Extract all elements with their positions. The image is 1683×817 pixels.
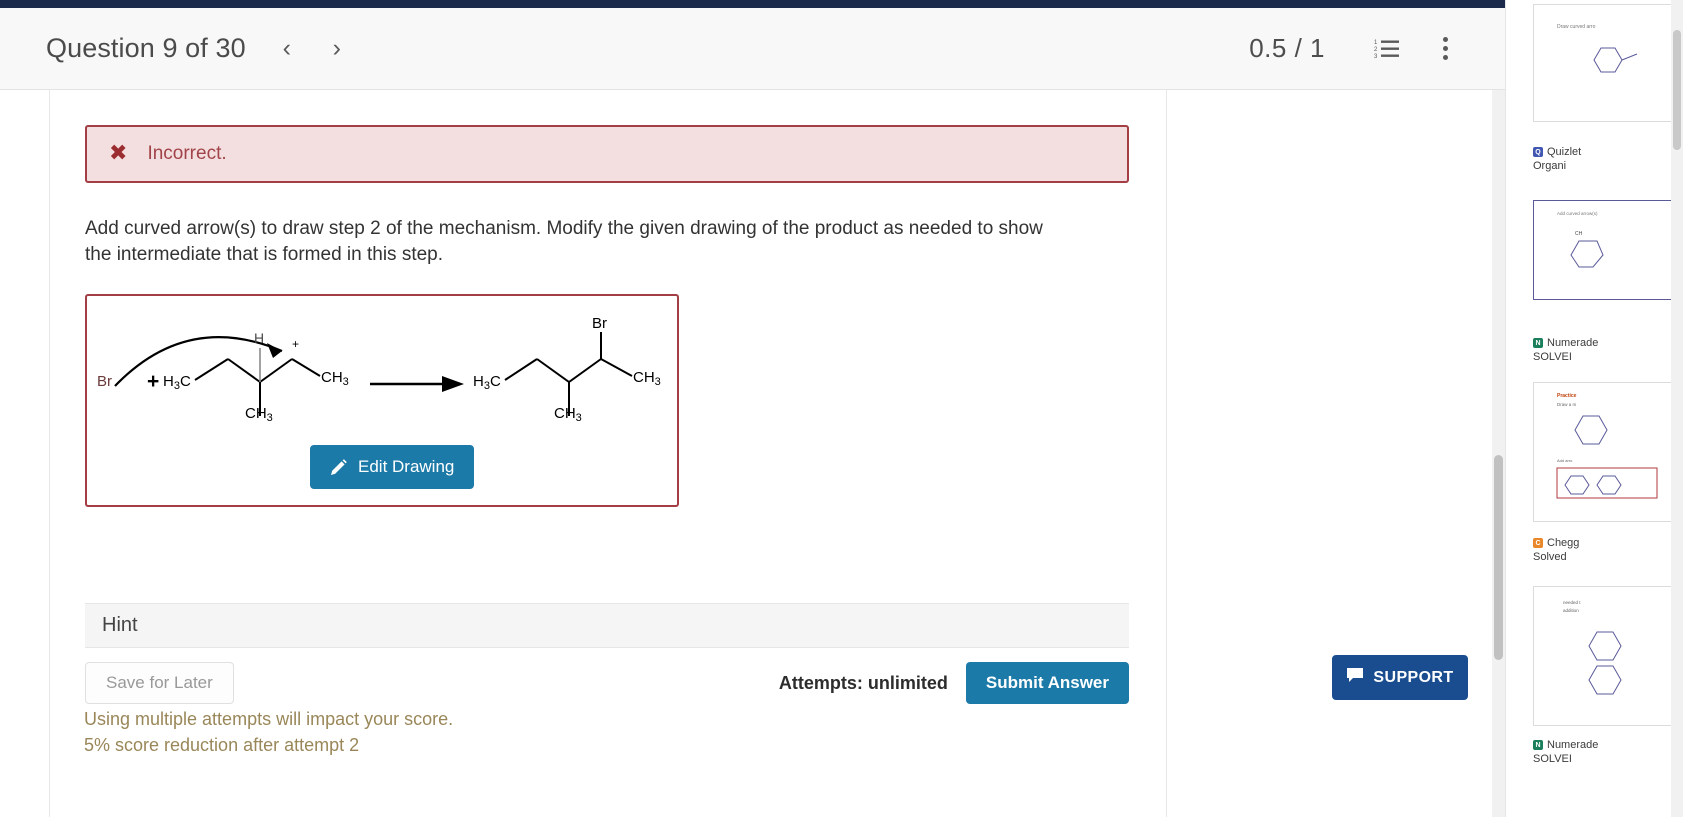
previous-question-button[interactable]: ‹ bbox=[274, 34, 300, 64]
curved-arrow-head bbox=[267, 343, 282, 358]
svg-text:1: 1 bbox=[1374, 40, 1378, 46]
search-results-panel: Draw curved arro Q Quizlet Organi Add cu… bbox=[1505, 0, 1683, 817]
pencil-icon bbox=[330, 458, 347, 476]
result-title-2: Solved bbox=[1533, 551, 1567, 563]
structure-preview-icon-2: Add curved arrow(s) CH bbox=[1557, 211, 1604, 268]
edit-drawing-button[interactable]: Edit Drawing bbox=[310, 445, 475, 489]
close-x-icon: ✖ bbox=[109, 141, 128, 166]
hint-accordion[interactable]: Hint bbox=[85, 603, 1129, 648]
result-thumbnail-1[interactable]: Add curved arrow(s) CH bbox=[1533, 200, 1683, 300]
thumb-caption-5: needed t bbox=[1563, 600, 1581, 605]
score-warnings: Using multiple attempts will impact your… bbox=[84, 706, 784, 758]
chegg-favicon: C bbox=[1533, 538, 1543, 548]
thumb-caption-4: Add arro bbox=[1557, 458, 1573, 463]
reactant-bromide-label: Br bbox=[97, 373, 112, 390]
main-scrollbar-thumb[interactable] bbox=[1494, 455, 1503, 660]
structure-preview-icon: Draw curved arro bbox=[1557, 24, 1638, 73]
product-methyl-bottom-label: CH3 bbox=[554, 405, 582, 424]
reactant-plus-sign: + bbox=[147, 370, 159, 393]
result-item-1[interactable]: N Numerade SOLVEI bbox=[1533, 336, 1683, 378]
structure-preview-icon-4: needed t addition bbox=[1563, 600, 1622, 695]
main-scrollbar-track[interactable] bbox=[1492, 90, 1505, 817]
question-prompt: Add curved arrow(s) to draw step 2 of th… bbox=[85, 218, 1043, 265]
page-title: Question 9 of 30 bbox=[46, 33, 246, 63]
thumb-caption-3: Draw a m bbox=[1557, 402, 1577, 407]
action-row: Save for Later Attempts: unlimited Submi… bbox=[85, 662, 1129, 704]
product-methyl-left-label: H3C bbox=[473, 373, 501, 392]
numerade-favicon-2: N bbox=[1533, 740, 1543, 750]
product-methyl-right-label: CH3 bbox=[633, 369, 661, 388]
result-item-3[interactable]: N Numerade SOLVEI bbox=[1533, 738, 1683, 780]
save-for-later-button[interactable]: Save for Later bbox=[85, 662, 234, 704]
numbered-list-glyph: 1 2 3 bbox=[1374, 40, 1399, 60]
more-options-icon[interactable] bbox=[1421, 25, 1469, 73]
hint-label: Hint bbox=[102, 614, 138, 636]
next-question-button[interactable]: › bbox=[324, 34, 350, 64]
svg-text:3: 3 bbox=[1374, 54, 1378, 60]
submit-answer-button[interactable]: Submit Answer bbox=[965, 662, 1129, 704]
submit-group: Attempts: unlimited Submit Answer bbox=[779, 662, 1129, 704]
numerade-favicon: N bbox=[1533, 338, 1543, 348]
result-source-label-1: Numerade bbox=[1547, 337, 1599, 349]
edit-drawing-label: Edit Drawing bbox=[358, 457, 455, 476]
result-thumbnail-3[interactable]: needed t addition bbox=[1533, 586, 1683, 726]
result-source-0: Q Quizlet bbox=[1533, 145, 1683, 159]
thumb-caption-6: addition bbox=[1563, 608, 1579, 613]
reaction-arrow-head bbox=[442, 376, 464, 392]
score-display: 0.5 / 1 bbox=[1249, 33, 1325, 63]
product-bromine-label: Br bbox=[592, 315, 607, 332]
svg-text:2: 2 bbox=[1374, 47, 1378, 53]
result-source-3: N Numerade bbox=[1533, 738, 1683, 752]
result-title-3: SOLVEI bbox=[1533, 753, 1572, 765]
question-navigation: ‹ › bbox=[274, 34, 350, 64]
reactant-methyl-bottom-label: CH3 bbox=[245, 405, 273, 424]
result-source-label-0: Quizlet bbox=[1547, 146, 1582, 158]
thumb-caption-0: Draw curved arro bbox=[1557, 24, 1596, 30]
kebab-dots bbox=[1442, 35, 1448, 62]
chat-bubble-icon bbox=[1346, 667, 1364, 688]
result-thumbnail-2[interactable]: Practice Draw a m Add arro bbox=[1533, 382, 1683, 522]
support-label: SUPPORT bbox=[1373, 668, 1454, 686]
thumb-caption-1: Add curved arrow(s) bbox=[1557, 211, 1598, 216]
result-item-2[interactable]: C Chegg Solved bbox=[1533, 536, 1683, 578]
reactant-positive-charge: + bbox=[292, 337, 299, 351]
result-source-label-3: Numerade bbox=[1547, 739, 1599, 751]
support-button[interactable]: SUPPORT bbox=[1332, 655, 1468, 700]
result-source-2: C Chegg bbox=[1533, 536, 1683, 550]
svg-text:CH: CH bbox=[1575, 231, 1583, 237]
warning-multiple-attempts: Using multiple attempts will impact your… bbox=[84, 709, 454, 729]
molecule-drawing-canvas[interactable]: Br + H3C H + CH3 CH3 H3C Br CH3 CH3 Edit… bbox=[85, 294, 679, 507]
result-source-1: N Numerade bbox=[1533, 336, 1683, 350]
app-header: Question 9 of 30 ‹ › 0.5 / 1 1 2 3 bbox=[0, 8, 1505, 90]
thumb-caption-2: Practice bbox=[1557, 393, 1577, 399]
structure-preview-icon-3: Practice Draw a m Add arro bbox=[1556, 393, 1658, 499]
result-title-0: Organi bbox=[1533, 160, 1567, 172]
status-banner-incorrect: ✖ Incorrect. bbox=[85, 125, 1129, 183]
top-brand-bar bbox=[0, 0, 1505, 8]
header-right-group: 0.5 / 1 1 2 3 bbox=[1249, 25, 1469, 73]
result-thumbnail-0[interactable]: Draw curved arro bbox=[1533, 4, 1683, 122]
result-title-1: SOLVEI bbox=[1533, 351, 1572, 363]
reactant-methyl-left-label: H3C bbox=[163, 373, 191, 392]
reactant-hydrogen-label: H bbox=[254, 330, 264, 346]
quizlet-favicon: Q bbox=[1533, 147, 1543, 157]
panel-scrollbar-thumb[interactable] bbox=[1673, 30, 1681, 150]
result-item-0[interactable]: Q Quizlet Organi bbox=[1533, 145, 1683, 187]
status-badge: Incorrect. bbox=[147, 143, 227, 164]
reactant-methyl-right-label: CH3 bbox=[321, 369, 349, 388]
attempts-counter: Attempts: unlimited bbox=[778, 672, 948, 693]
result-source-label-2: Chegg bbox=[1547, 537, 1580, 549]
warning-score-reduction: 5% score reduction after attempt 2 bbox=[84, 735, 360, 755]
app-root: Question 9 of 30 ‹ › 0.5 / 1 1 2 3 ✖ Inc… bbox=[0, 0, 1683, 817]
numbered-list-icon[interactable]: 1 2 3 bbox=[1363, 25, 1411, 73]
